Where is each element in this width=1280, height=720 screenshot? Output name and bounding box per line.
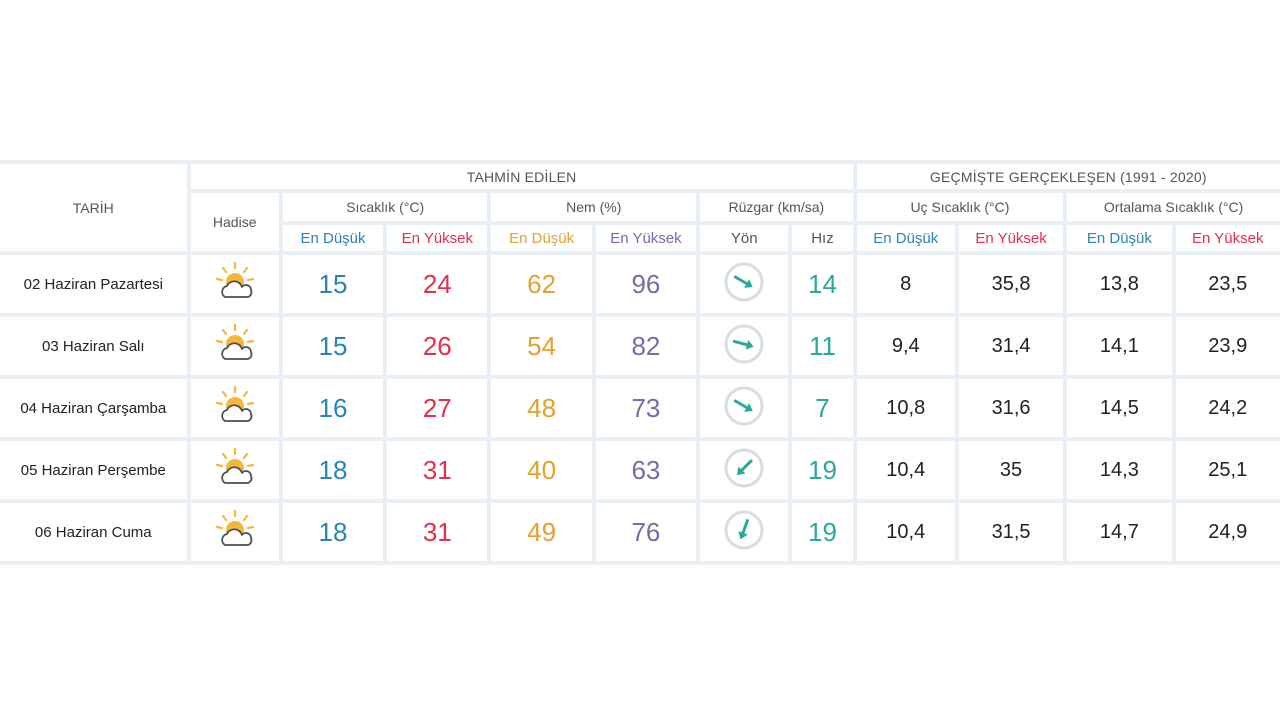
subheader-extreme-min: En Düşük bbox=[856, 225, 955, 251]
wind-direction-icon bbox=[724, 324, 764, 364]
header-tarih: TARİH bbox=[0, 164, 187, 251]
date-cell: 02 Haziran Pazartesi bbox=[0, 255, 187, 313]
extreme-min-cell: 8 bbox=[856, 255, 955, 313]
wind-direction-cell bbox=[700, 379, 789, 437]
extreme-min-cell: 10,4 bbox=[856, 441, 955, 499]
table-row: 02 Haziran Pazartesi 15 24 62 96 14 8 35… bbox=[0, 255, 1280, 313]
subheader-temp-min: En Düşük bbox=[282, 225, 384, 251]
avg-max-cell: 24,2 bbox=[1175, 379, 1280, 437]
humidity-min-cell: 62 bbox=[491, 255, 592, 313]
temp-max-cell: 31 bbox=[387, 503, 488, 561]
extreme-max-cell: 31,5 bbox=[958, 503, 1064, 561]
header-nem: Nem (%) bbox=[491, 193, 697, 221]
date-cell: 03 Haziran Salı bbox=[0, 317, 187, 375]
subheader-extreme-max: En Yüksek bbox=[958, 225, 1064, 251]
wind-speed-cell: 19 bbox=[792, 441, 853, 499]
header-uc-sicaklik: Uç Sıcaklık (°C) bbox=[856, 193, 1064, 221]
table-row: 05 Haziran Perşembe 18 31 40 63 19 10,4 … bbox=[0, 441, 1280, 499]
avg-min-cell: 14,1 bbox=[1067, 317, 1172, 375]
wind-direction-cell bbox=[700, 441, 789, 499]
partly-cloudy-icon bbox=[211, 261, 259, 303]
weather-forecast-table: TARİH TAHMİN EDİLEN GEÇMİŞTE GERÇEKLEŞEN… bbox=[0, 160, 1280, 565]
weather-cell bbox=[190, 441, 279, 499]
weather-cell bbox=[190, 255, 279, 313]
avg-min-cell: 13,8 bbox=[1067, 255, 1172, 313]
subheader-humidity-max: En Yüksek bbox=[595, 225, 697, 251]
wind-speed-cell: 11 bbox=[792, 317, 853, 375]
temp-max-cell: 26 bbox=[387, 317, 488, 375]
subheader-temp-max: En Yüksek bbox=[387, 225, 488, 251]
avg-max-cell: 24,9 bbox=[1175, 503, 1280, 561]
humidity-max-cell: 96 bbox=[595, 255, 697, 313]
avg-min-cell: 14,7 bbox=[1067, 503, 1172, 561]
extreme-max-cell: 35,8 bbox=[958, 255, 1064, 313]
humidity-max-cell: 82 bbox=[595, 317, 697, 375]
subheader-avg-min: En Düşük bbox=[1067, 225, 1172, 251]
header-hadise: Hadise bbox=[190, 193, 279, 251]
header-ruzgar: Rüzgar (km/sa) bbox=[700, 193, 853, 221]
weather-cell bbox=[190, 503, 279, 561]
table-row: 06 Haziran Cuma 18 31 49 76 19 10,4 31,5… bbox=[0, 503, 1280, 561]
partly-cloudy-icon bbox=[211, 323, 259, 365]
temp-min-cell: 16 bbox=[282, 379, 384, 437]
table-row: 03 Haziran Salı 15 26 54 82 11 9,4 31,4 … bbox=[0, 317, 1280, 375]
date-cell: 05 Haziran Perşembe bbox=[0, 441, 187, 499]
header-sicaklik: Sıcaklık (°C) bbox=[282, 193, 488, 221]
humidity-min-cell: 48 bbox=[491, 379, 592, 437]
partly-cloudy-icon bbox=[211, 385, 259, 427]
wind-direction-cell bbox=[700, 255, 789, 313]
header-forecast-group: TAHMİN EDİLEN bbox=[190, 164, 853, 189]
subheader-humidity-min: En Düşük bbox=[491, 225, 592, 251]
extreme-max-cell: 35 bbox=[958, 441, 1064, 499]
extreme-max-cell: 31,6 bbox=[958, 379, 1064, 437]
temp-min-cell: 15 bbox=[282, 255, 384, 313]
humidity-min-cell: 40 bbox=[491, 441, 592, 499]
extreme-min-cell: 9,4 bbox=[856, 317, 955, 375]
subheader-wind-direction: Yön bbox=[700, 225, 789, 251]
extreme-min-cell: 10,4 bbox=[856, 503, 955, 561]
avg-min-cell: 14,5 bbox=[1067, 379, 1172, 437]
wind-direction-icon bbox=[724, 510, 764, 550]
partly-cloudy-icon bbox=[211, 509, 259, 551]
temp-max-cell: 27 bbox=[387, 379, 488, 437]
wind-direction-cell bbox=[700, 503, 789, 561]
wind-direction-cell bbox=[700, 317, 789, 375]
temp-min-cell: 18 bbox=[282, 503, 384, 561]
header-ortalama-sicaklik: Ortalama Sıcaklık (°C) bbox=[1067, 193, 1280, 221]
wind-speed-cell: 14 bbox=[792, 255, 853, 313]
weather-cell bbox=[190, 379, 279, 437]
weather-cell bbox=[190, 317, 279, 375]
humidity-min-cell: 49 bbox=[491, 503, 592, 561]
temp-max-cell: 31 bbox=[387, 441, 488, 499]
temp-max-cell: 24 bbox=[387, 255, 488, 313]
date-cell: 06 Haziran Cuma bbox=[0, 503, 187, 561]
avg-max-cell: 25,1 bbox=[1175, 441, 1280, 499]
extreme-min-cell: 10,8 bbox=[856, 379, 955, 437]
avg-min-cell: 14,3 bbox=[1067, 441, 1172, 499]
header-history-group: GEÇMİŞTE GERÇEKLEŞEN (1991 - 2020) bbox=[856, 164, 1280, 189]
extreme-max-cell: 31,4 bbox=[958, 317, 1064, 375]
wind-speed-cell: 7 bbox=[792, 379, 853, 437]
wind-speed-cell: 19 bbox=[792, 503, 853, 561]
humidity-max-cell: 73 bbox=[595, 379, 697, 437]
humidity-min-cell: 54 bbox=[491, 317, 592, 375]
subheader-wind-speed: Hız bbox=[792, 225, 853, 251]
table-row: 04 Haziran Çarşamba 16 27 48 73 7 10,8 3… bbox=[0, 379, 1280, 437]
wind-direction-icon bbox=[724, 262, 764, 302]
partly-cloudy-icon bbox=[211, 447, 259, 489]
wind-direction-icon bbox=[724, 386, 764, 426]
wind-direction-icon bbox=[724, 448, 764, 488]
weather-table-container: TARİH TAHMİN EDİLEN GEÇMİŞTE GERÇEKLEŞEN… bbox=[0, 160, 1280, 565]
avg-max-cell: 23,9 bbox=[1175, 317, 1280, 375]
humidity-max-cell: 76 bbox=[595, 503, 697, 561]
subheader-avg-max: En Yüksek bbox=[1175, 225, 1280, 251]
date-cell: 04 Haziran Çarşamba bbox=[0, 379, 187, 437]
humidity-max-cell: 63 bbox=[595, 441, 697, 499]
avg-max-cell: 23,5 bbox=[1175, 255, 1280, 313]
temp-min-cell: 18 bbox=[282, 441, 384, 499]
temp-min-cell: 15 bbox=[282, 317, 384, 375]
